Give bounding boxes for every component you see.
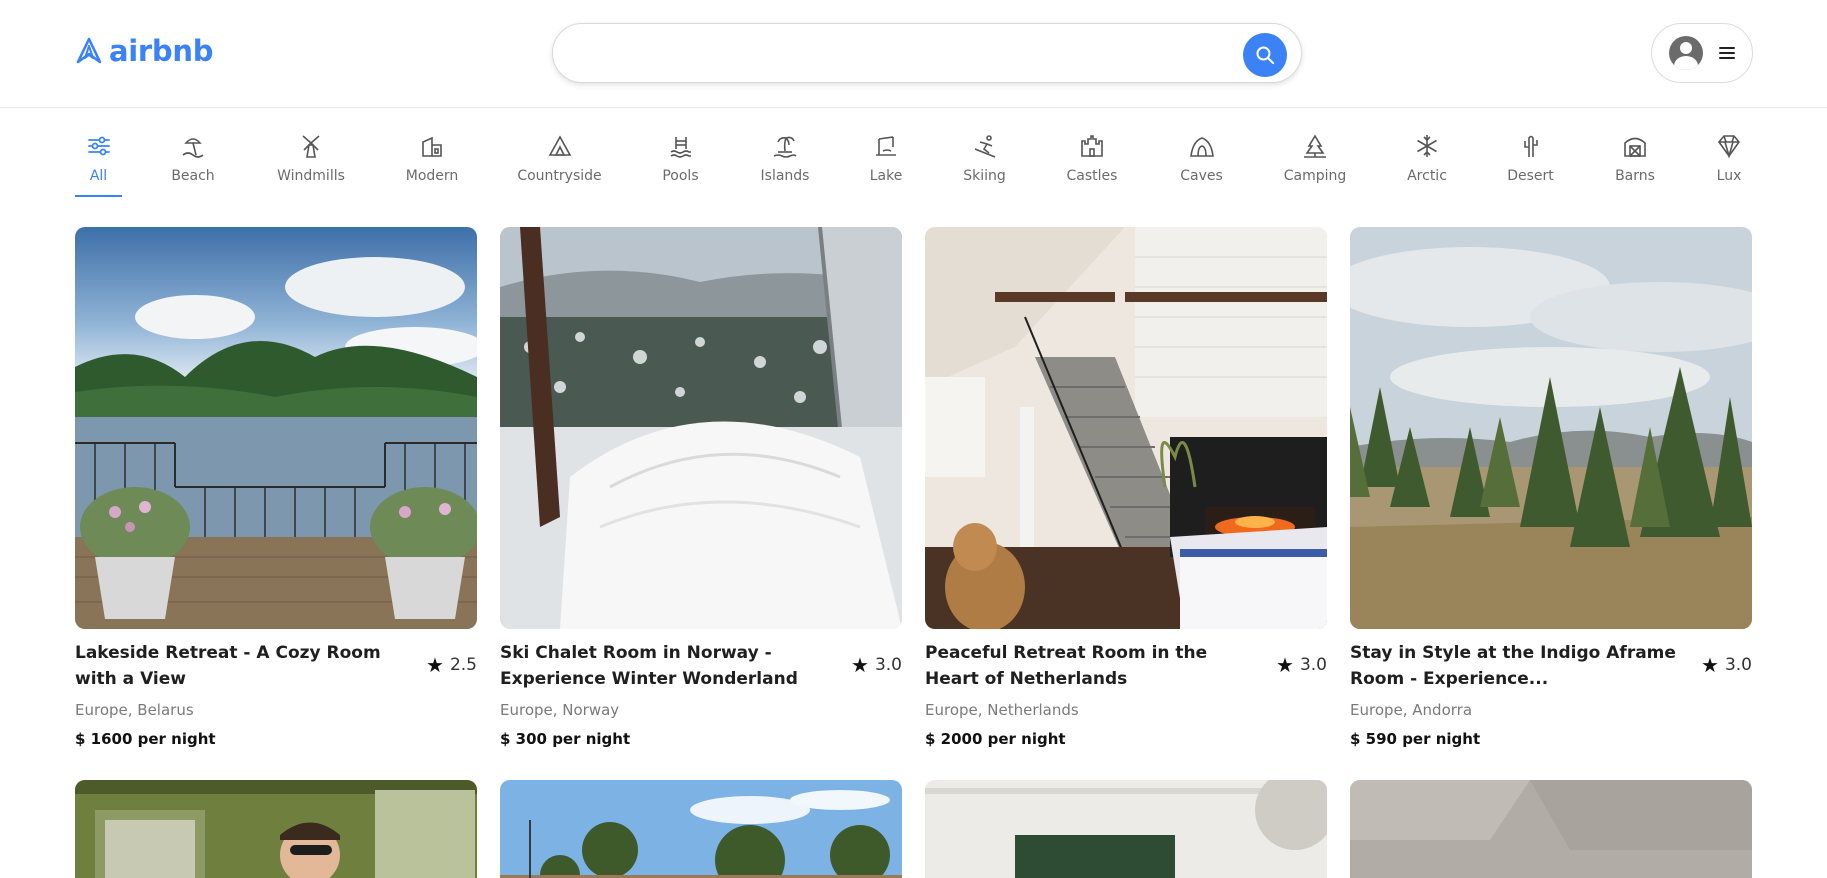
category-windmills[interactable]: Windmills xyxy=(277,131,345,197)
category-label: Castles xyxy=(1066,168,1118,184)
camping-icon xyxy=(1304,134,1326,158)
category-label: Lux xyxy=(1716,168,1742,184)
modern-house-icon xyxy=(422,136,442,157)
logo-text: airbnb xyxy=(109,34,214,68)
category-label: Pools xyxy=(662,168,699,184)
category-barns[interactable]: Barns xyxy=(1615,131,1655,197)
rating-value: 3.0 xyxy=(1299,655,1327,675)
cactus-icon xyxy=(1523,135,1538,157)
star-icon: ★ xyxy=(1276,653,1294,677)
category-caves[interactable]: Caves xyxy=(1180,131,1223,197)
category-islands[interactable]: Islands xyxy=(761,131,809,197)
diamond-icon xyxy=(1717,135,1741,159)
category-label: Skiing xyxy=(963,168,1006,184)
windmill-icon xyxy=(302,135,320,158)
category-label: Arctic xyxy=(1407,168,1447,184)
listing-title[interactable]: Stay in Style at the Indigo Aframe Room … xyxy=(1350,640,1690,692)
listing-price: $ 2000 per night xyxy=(925,730,1066,748)
listing-location: Europe, Belarus xyxy=(75,701,194,719)
logo-icon xyxy=(76,37,102,64)
search-button[interactable] xyxy=(1243,33,1287,77)
category-label: Modern xyxy=(405,168,459,184)
category-label: Islands xyxy=(760,168,810,184)
listing-card-photo[interactable] xyxy=(500,780,902,878)
search-bar[interactable] xyxy=(552,23,1302,83)
star-icon: ★ xyxy=(1701,653,1719,677)
category-label: All xyxy=(89,168,108,184)
listing-photo[interactable] xyxy=(925,227,1327,629)
category-label: Caves xyxy=(1180,168,1223,184)
listing-photo[interactable] xyxy=(1350,227,1752,629)
listing-rating: ★ 3.0 xyxy=(1276,653,1327,677)
listing-card-photo[interactable] xyxy=(75,780,477,878)
tent-icon xyxy=(548,135,571,156)
sliders-icon xyxy=(87,136,110,156)
beach-icon xyxy=(182,138,204,158)
listing-photo[interactable] xyxy=(500,227,902,629)
star-icon: ★ xyxy=(851,653,869,677)
hamburger-icon xyxy=(1719,47,1735,59)
listing-title[interactable]: Ski Chalet Room in Norway - Experience W… xyxy=(500,640,840,692)
island-icon xyxy=(773,136,797,158)
category-lux[interactable]: Lux xyxy=(1716,131,1742,197)
rating-value: 3.0 xyxy=(874,655,902,675)
listing-location: Europe, Norway xyxy=(500,701,620,719)
star-icon: ★ xyxy=(426,653,444,677)
category-castles[interactable]: Castles xyxy=(1066,131,1118,197)
listing-card[interactable]: Lakeside Retreat - A Cozy Room with a Vi… xyxy=(75,227,477,748)
skiing-icon xyxy=(974,135,995,158)
search-input[interactable] xyxy=(579,38,1219,70)
category-label: Camping xyxy=(1283,168,1347,184)
listing-title[interactable]: Peaceful Retreat Room in the Heart of Ne… xyxy=(925,640,1265,692)
cave-icon xyxy=(1189,137,1214,157)
rating-value: 3.0 xyxy=(1724,655,1752,675)
category-label: Barns xyxy=(1615,168,1655,184)
category-camping[interactable]: Camping xyxy=(1283,131,1347,197)
category-countryside[interactable]: Countryside xyxy=(517,131,602,197)
category-label: Beach xyxy=(171,168,215,184)
listing-card[interactable]: Ski Chalet Room in Norway - Experience W… xyxy=(500,227,902,748)
category-beach[interactable]: Beach xyxy=(171,131,215,197)
listing-card[interactable]: Stay in Style at the Indigo Aframe Room … xyxy=(1350,227,1752,748)
listing-rating: ★ 3.0 xyxy=(1701,653,1752,677)
category-label: Windmills xyxy=(277,168,345,184)
category-modern[interactable]: Modern xyxy=(406,131,458,197)
listing-price: $ 1600 per night xyxy=(75,730,216,748)
airbnb-logo[interactable]: airbnb xyxy=(75,34,213,68)
rating-value: 2.5 xyxy=(449,655,477,675)
listing-price: $ 590 per night xyxy=(1350,730,1481,748)
listing-rating: ★ 2.5 xyxy=(426,653,477,677)
listing-price: $ 300 per night xyxy=(500,730,631,748)
user-menu-button[interactable] xyxy=(1651,23,1753,83)
listing-location: Europe, Netherlands xyxy=(925,701,1079,719)
listing-card-photo[interactable] xyxy=(925,780,1327,878)
category-lake[interactable]: Lake xyxy=(870,131,902,197)
listing-card-photo[interactable] xyxy=(1350,780,1752,878)
listing-card[interactable]: Peaceful Retreat Room in the Heart of Ne… xyxy=(925,227,1327,748)
listing-photo[interactable] xyxy=(75,227,477,629)
category-skiing[interactable]: Skiing xyxy=(963,131,1006,197)
top-header: airbnb xyxy=(0,0,1827,108)
barn-icon xyxy=(1624,137,1646,157)
category-label: Countryside xyxy=(517,168,602,184)
snowflake-icon xyxy=(1417,135,1437,157)
listing-rating: ★ 3.0 xyxy=(851,653,902,677)
user-avatar-icon xyxy=(1669,36,1703,70)
pool-icon xyxy=(670,137,691,158)
castle-icon xyxy=(1081,135,1103,157)
category-pools[interactable]: Pools xyxy=(662,131,699,197)
category-desert[interactable]: Desert xyxy=(1507,131,1554,197)
listing-location: Europe, Andorra xyxy=(1350,701,1473,719)
category-all[interactable]: All xyxy=(75,131,122,197)
category-label: Desert xyxy=(1507,168,1554,184)
category-label: Lake xyxy=(869,168,903,184)
listing-title[interactable]: Lakeside Retreat - A Cozy Room with a Vi… xyxy=(75,640,415,692)
lake-icon xyxy=(876,136,896,156)
category-arctic[interactable]: Arctic xyxy=(1407,131,1447,197)
search-icon xyxy=(1256,46,1275,65)
